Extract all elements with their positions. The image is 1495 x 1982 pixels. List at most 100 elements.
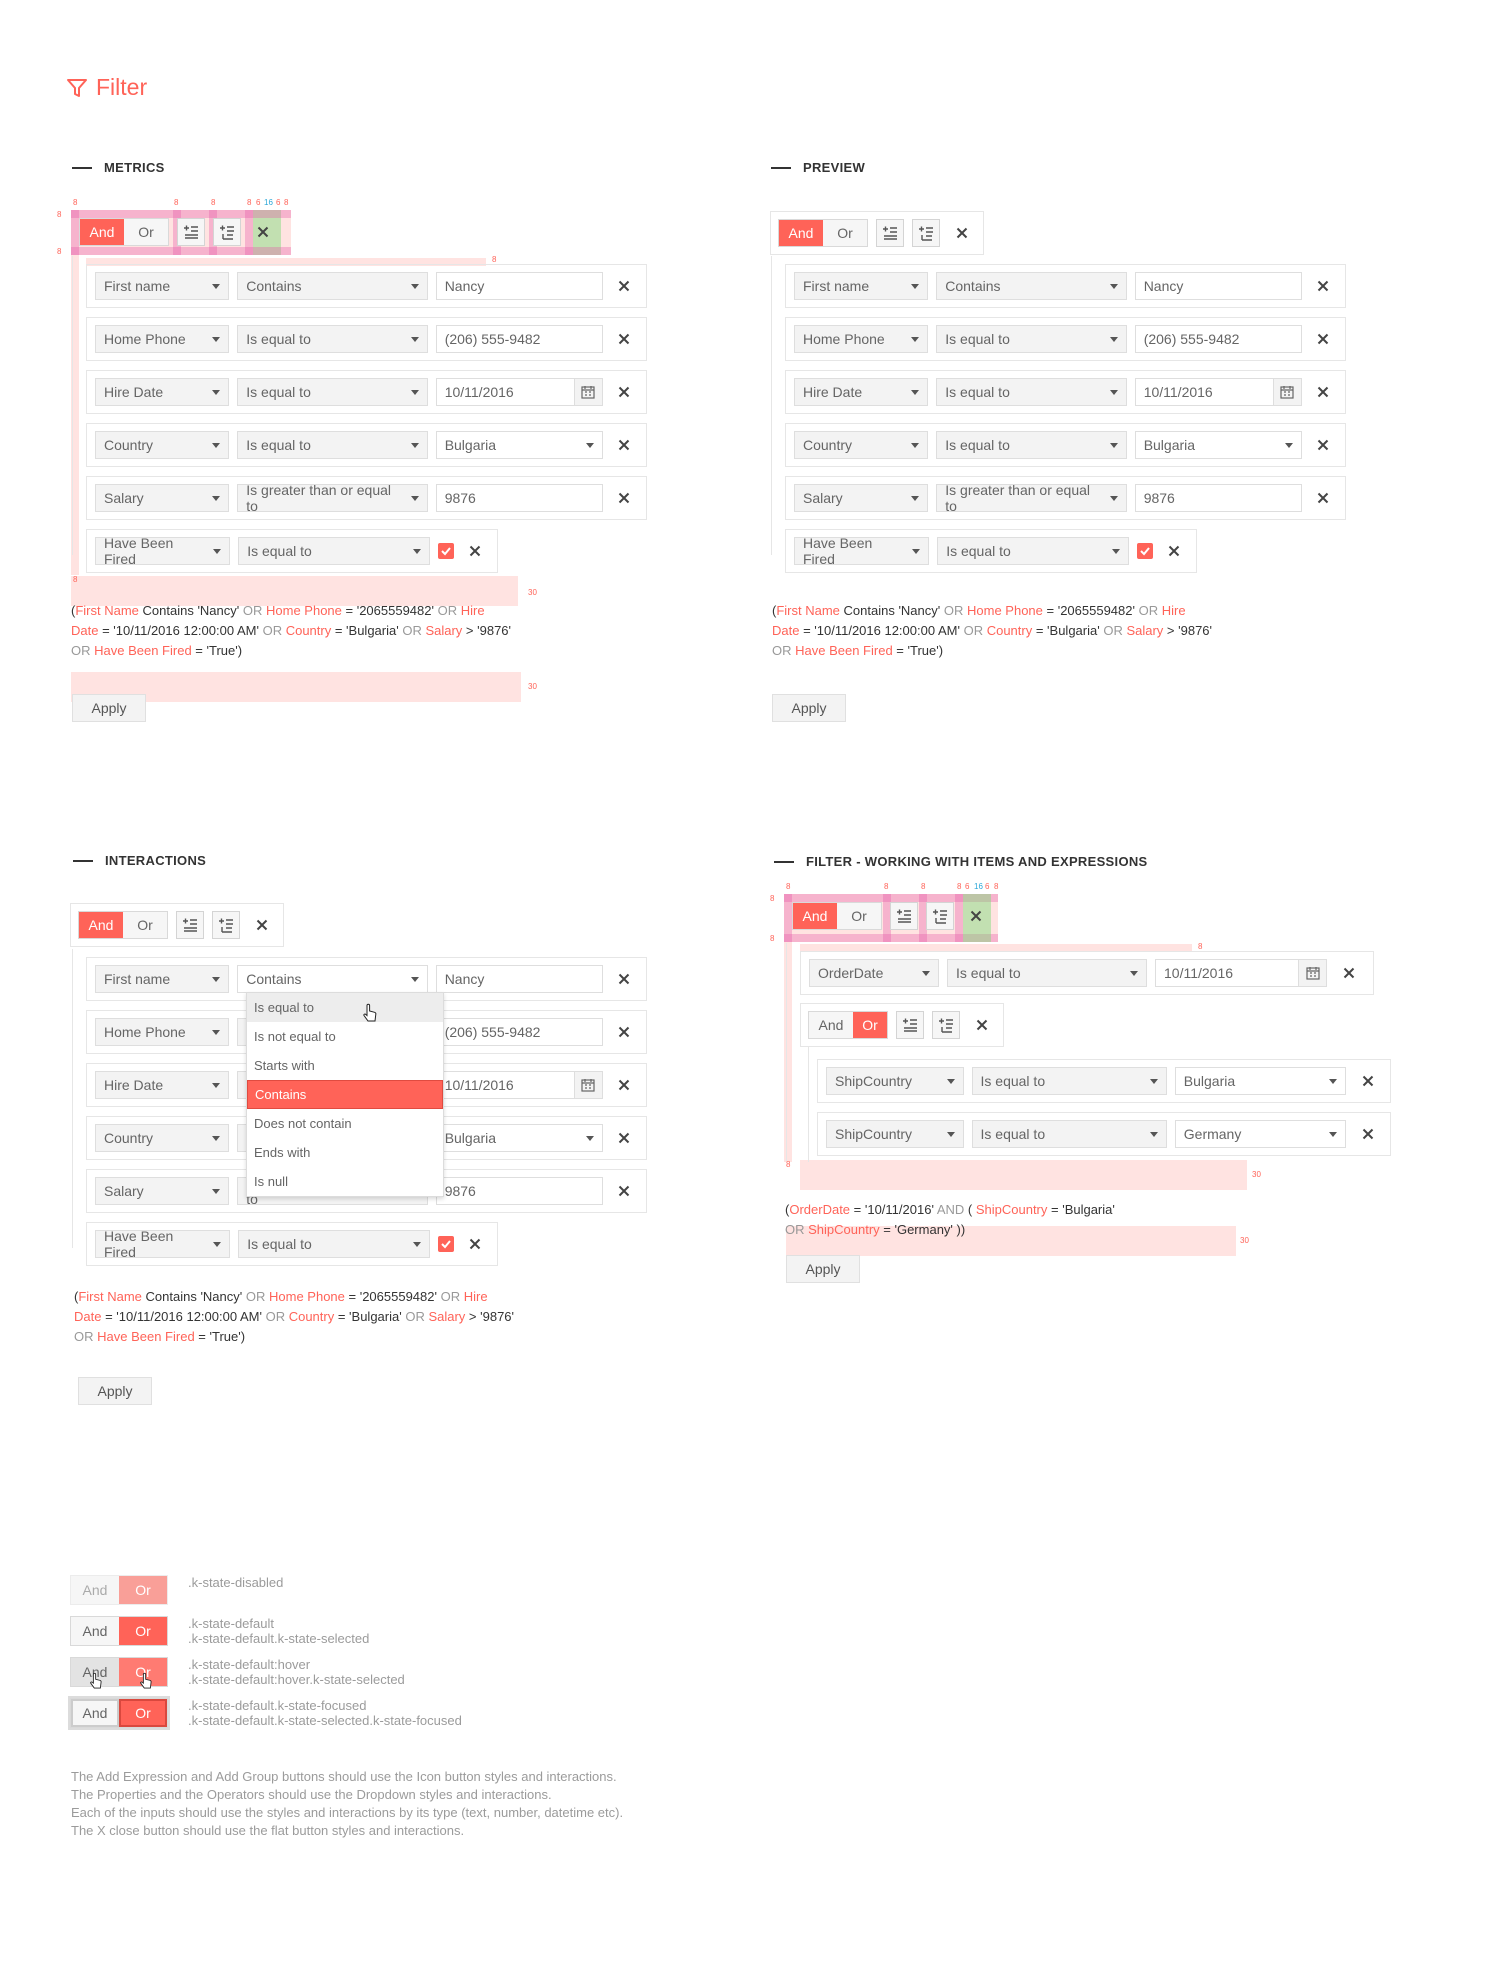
- date-input[interactable]: 10/11/2016: [435, 378, 603, 406]
- value-dropdown[interactable]: Bulgaria: [1134, 431, 1302, 459]
- date-input[interactable]: 10/11/2016: [1134, 378, 1302, 406]
- remove-expression-button[interactable]: [462, 537, 489, 565]
- value-input[interactable]: 9876: [435, 1177, 603, 1205]
- field-dropdown[interactable]: Country: [95, 1124, 230, 1152]
- operator-dropdown[interactable]: Is equal to: [237, 325, 428, 353]
- add-expression-button[interactable]: [876, 219, 904, 247]
- date-input[interactable]: 10/11/2016: [1155, 959, 1327, 987]
- remove-group-button[interactable]: [249, 218, 277, 246]
- field-dropdown[interactable]: Salary: [95, 1177, 230, 1205]
- remove-expression-button[interactable]: [1354, 1067, 1382, 1095]
- value-input[interactable]: (206) 555-9482: [1134, 325, 1302, 353]
- add-group-button[interactable]: [932, 1011, 960, 1039]
- add-expression-button[interactable]: [176, 911, 204, 939]
- or-button[interactable]: Or: [853, 1012, 887, 1038]
- add-group-button[interactable]: [912, 219, 940, 247]
- dropdown-option[interactable]: Is not equal to: [247, 1022, 443, 1051]
- value-input[interactable]: Nancy: [435, 965, 603, 993]
- operator-dropdown[interactable]: Is equal to: [237, 431, 428, 459]
- add-group-button[interactable]: [926, 902, 954, 930]
- field-dropdown[interactable]: Salary: [95, 484, 230, 512]
- apply-button[interactable]: Apply: [72, 694, 146, 722]
- remove-expression-button[interactable]: [1310, 378, 1337, 406]
- value-input[interactable]: 9876: [1134, 484, 1302, 512]
- remove-group-button[interactable]: [968, 1011, 996, 1039]
- operator-dropdown[interactable]: Is equal to: [937, 537, 1130, 565]
- remove-expression-button[interactable]: [1310, 431, 1337, 459]
- operator-dropdown[interactable]: Is equal to: [936, 378, 1127, 406]
- field-dropdown[interactable]: Home Phone: [95, 1018, 230, 1046]
- field-dropdown[interactable]: ShipCountry: [826, 1067, 964, 1095]
- operator-dropdown[interactable]: Contains: [237, 272, 428, 300]
- value-input[interactable]: 9876: [435, 484, 603, 512]
- operator-dropdown[interactable]: Is greater than or equal to: [237, 482, 428, 514]
- dropdown-option[interactable]: Starts with: [247, 1051, 443, 1080]
- and-button[interactable]: And: [71, 1699, 119, 1727]
- add-group-button[interactable]: [212, 911, 240, 939]
- boolean-checkbox[interactable]: [1137, 543, 1153, 559]
- calendar-button[interactable]: [1298, 960, 1326, 986]
- field-dropdown[interactable]: Country: [794, 431, 929, 459]
- operator-dropdown[interactable]: Is equal to: [237, 378, 428, 406]
- dropdown-option[interactable]: Is equal to: [247, 993, 443, 1022]
- value-dropdown[interactable]: Bulgaria: [1174, 1067, 1347, 1095]
- field-dropdown[interactable]: Hire Date: [95, 1071, 230, 1099]
- apply-button[interactable]: Apply: [772, 694, 846, 722]
- remove-expression-button[interactable]: [611, 272, 638, 300]
- date-input[interactable]: 10/11/2016: [435, 1071, 603, 1099]
- operator-dropdown[interactable]: Is equal to: [971, 1067, 1167, 1095]
- add-expression-button[interactable]: [177, 218, 205, 246]
- or-button[interactable]: Or: [124, 219, 168, 245]
- apply-button[interactable]: Apply: [78, 1377, 152, 1405]
- and-button[interactable]: And: [793, 903, 837, 929]
- field-dropdown[interactable]: First name: [95, 965, 230, 993]
- field-dropdown[interactable]: Hire Date: [95, 378, 230, 406]
- remove-expression-button[interactable]: [611, 431, 638, 459]
- field-dropdown[interactable]: Home Phone: [95, 325, 230, 353]
- field-dropdown[interactable]: First name: [95, 272, 230, 300]
- field-dropdown[interactable]: Have Been Fired: [794, 535, 930, 567]
- and-button[interactable]: And: [71, 1617, 119, 1645]
- value-input[interactable]: Nancy: [435, 272, 603, 300]
- field-dropdown[interactable]: ShipCountry: [826, 1120, 964, 1148]
- add-expression-button[interactable]: [896, 1011, 924, 1039]
- dropdown-option[interactable]: Contains: [247, 1080, 443, 1109]
- field-dropdown[interactable]: Hire Date: [794, 378, 929, 406]
- remove-expression-button[interactable]: [611, 378, 638, 406]
- calendar-button[interactable]: [1272, 379, 1301, 405]
- and-button[interactable]: And: [80, 219, 124, 245]
- remove-group-button[interactable]: [962, 902, 990, 930]
- dropdown-option[interactable]: Ends with: [247, 1138, 443, 1167]
- operator-dropdown[interactable]: Is equal to: [971, 1120, 1167, 1148]
- remove-group-button[interactable]: [248, 911, 276, 939]
- add-group-button[interactable]: [213, 218, 241, 246]
- remove-expression-button[interactable]: [611, 325, 638, 353]
- value-dropdown[interactable]: Bulgaria: [435, 1124, 603, 1152]
- or-button[interactable]: Or: [123, 912, 167, 938]
- and-button[interactable]: And: [809, 1012, 853, 1038]
- and-button[interactable]: And: [779, 220, 823, 246]
- operator-dropdown[interactable]: Is greater than or equal to: [936, 482, 1127, 514]
- calendar-button[interactable]: [573, 1072, 602, 1098]
- apply-button[interactable]: Apply: [786, 1255, 860, 1283]
- remove-expression-button[interactable]: [1335, 959, 1363, 987]
- remove-expression-button[interactable]: [1310, 272, 1337, 300]
- operator-dropdown[interactable]: Is equal to: [936, 325, 1127, 353]
- remove-expression-button[interactable]: [611, 1124, 638, 1152]
- remove-expression-button[interactable]: [1310, 325, 1337, 353]
- or-button[interactable]: Or: [837, 903, 881, 929]
- field-dropdown[interactable]: Country: [95, 431, 230, 459]
- operator-dropdown[interactable]: Is equal to: [936, 431, 1127, 459]
- boolean-checkbox[interactable]: [438, 1236, 454, 1252]
- remove-expression-button[interactable]: [1310, 484, 1337, 512]
- value-input[interactable]: Nancy: [1134, 272, 1302, 300]
- value-dropdown[interactable]: Bulgaria: [435, 431, 603, 459]
- remove-expression-button[interactable]: [1161, 537, 1188, 565]
- remove-expression-button[interactable]: [611, 965, 638, 993]
- field-dropdown[interactable]: Have Been Fired: [95, 1228, 231, 1260]
- field-dropdown[interactable]: Have Been Fired: [95, 535, 231, 567]
- operator-dropdown[interactable]: Is equal to: [238, 537, 431, 565]
- remove-group-button[interactable]: [948, 219, 976, 247]
- remove-expression-button[interactable]: [611, 484, 638, 512]
- remove-expression-button[interactable]: [1354, 1120, 1382, 1148]
